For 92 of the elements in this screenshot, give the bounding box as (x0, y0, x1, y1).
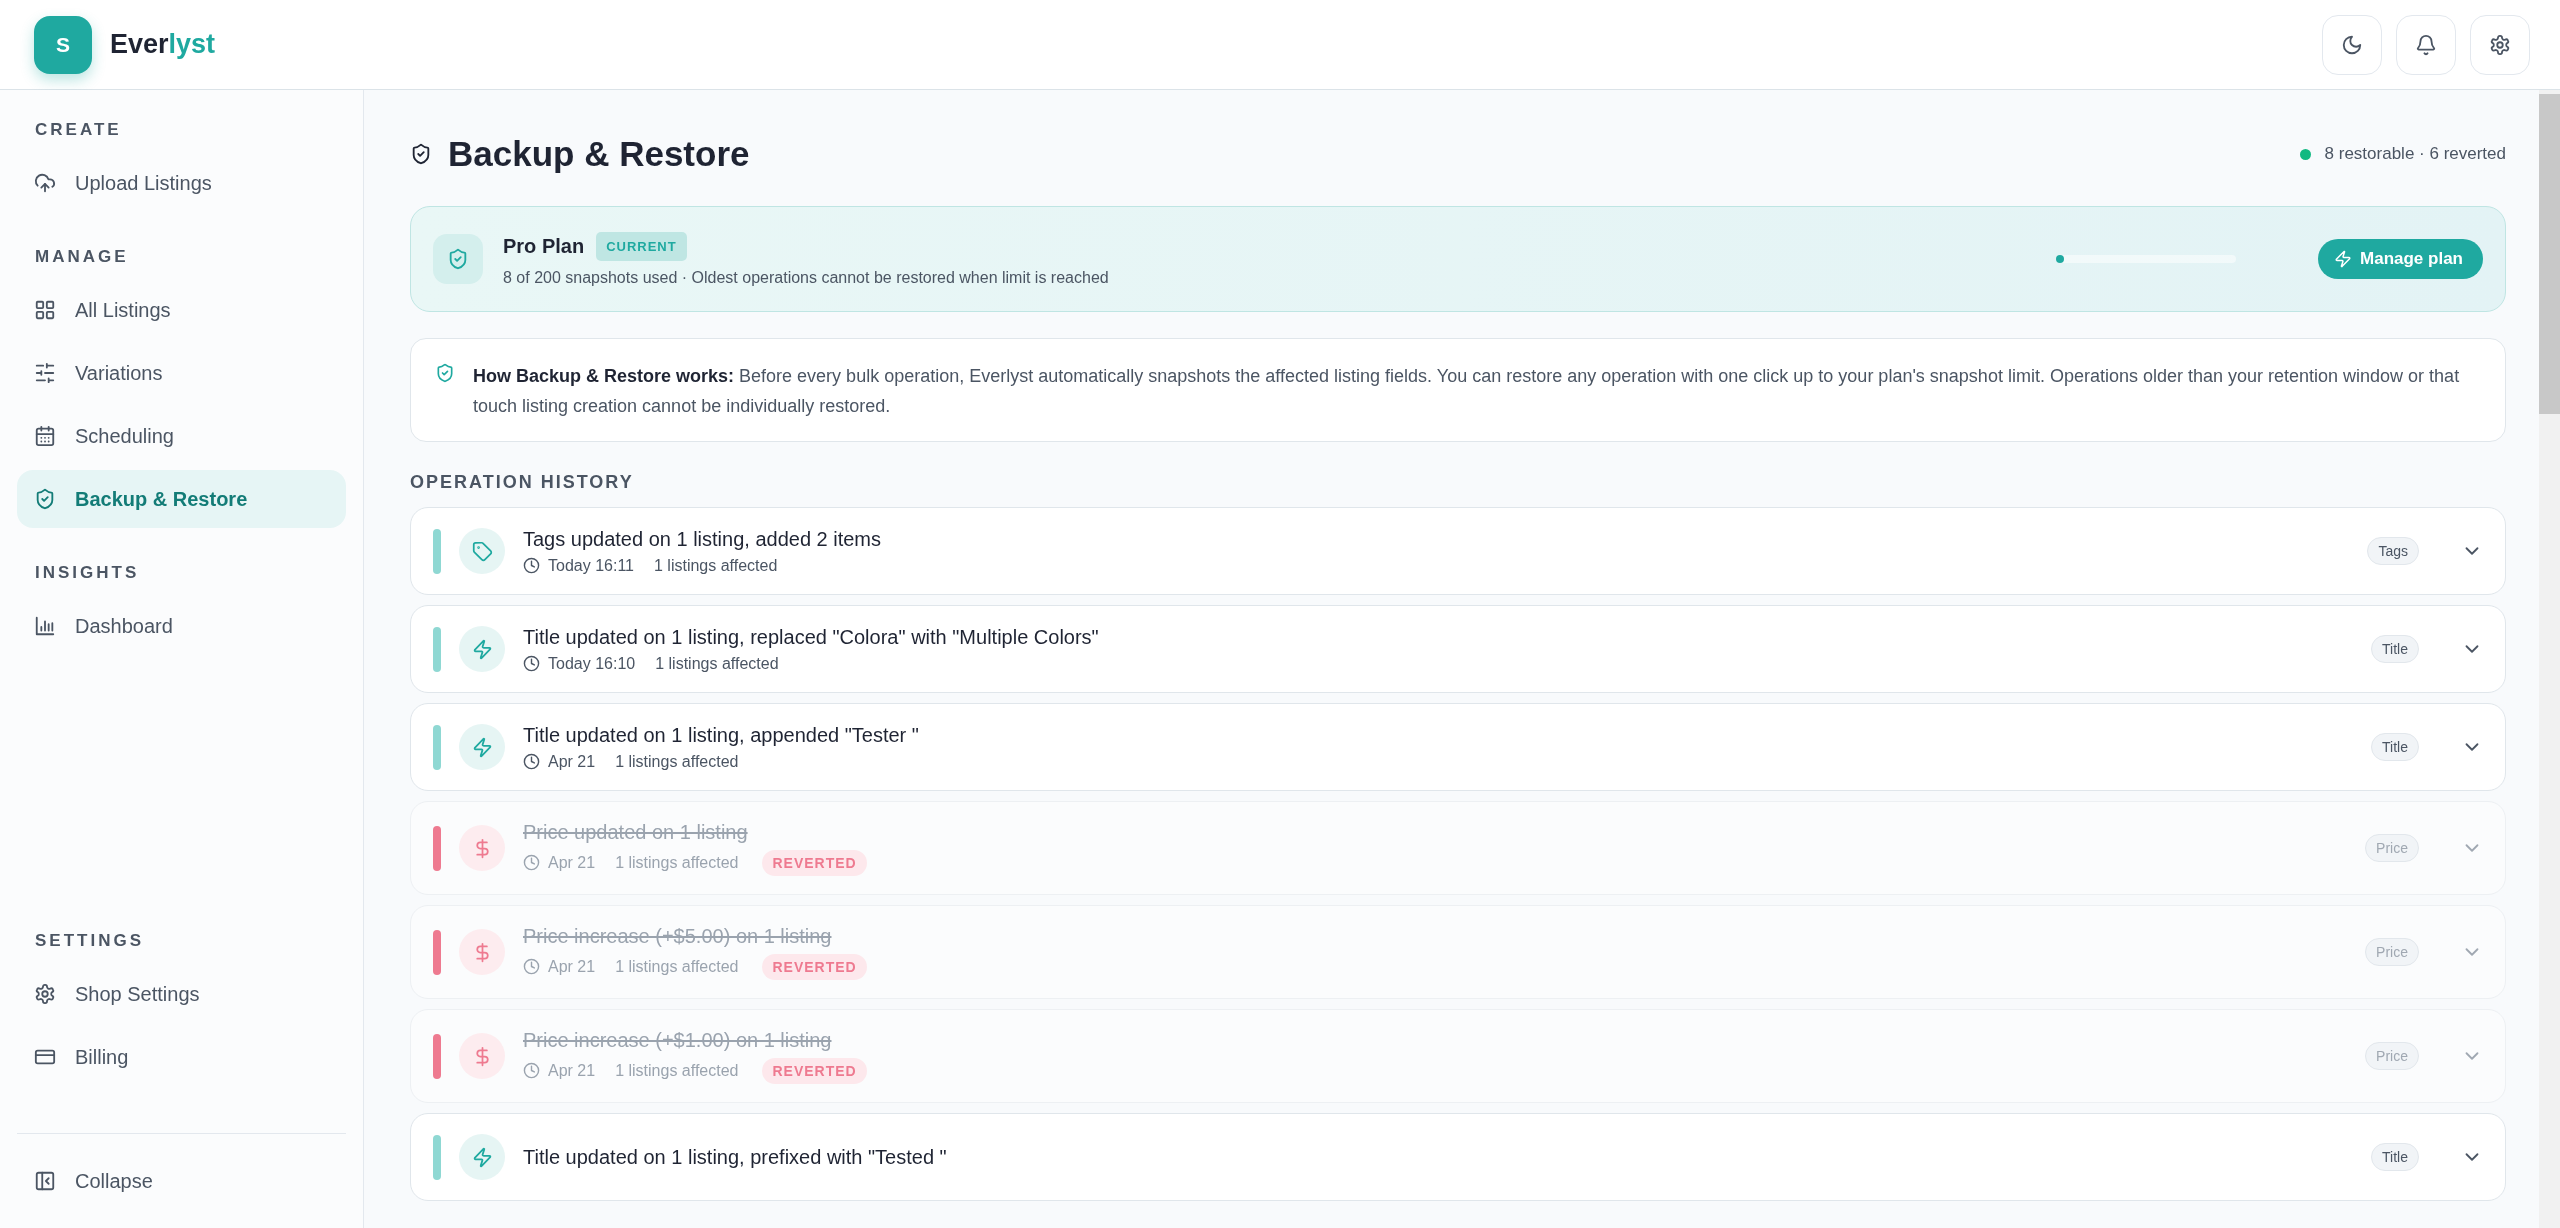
sidebar-item[interactable]: Shop Settings (17, 965, 346, 1023)
settings-icon (2489, 33, 2511, 56)
section-heading: SETTINGS (35, 931, 145, 951)
dark-mode-button[interactable] (2322, 14, 2382, 75)
operation-title: Title updated on 1 listing, replaced "Colora" with "Multiple Colors" (523, 625, 1099, 649)
status-bar (433, 626, 441, 672)
tag-icon (471, 540, 493, 562)
operation-title: Price updated on 1 listing (523, 820, 749, 844)
reverted-badge: REVERTED (762, 1057, 867, 1084)
moon-icon (2341, 33, 2363, 56)
status-bar (433, 1134, 441, 1180)
lightning-icon (2334, 250, 2353, 268)
current-badge: CURRENT (596, 231, 687, 261)
lightning-icon (471, 638, 493, 660)
operation-title: Tags updated on 1 listing, added 2 items (523, 527, 882, 551)
calendar-icon (34, 425, 56, 447)
collapse-button[interactable]: Collapse (17, 1152, 346, 1210)
status-dot (2299, 148, 2311, 160)
sidebar-item[interactable]: Backup & Restore (17, 470, 346, 528)
plan-usage-text: 8 of 200 snapshots used · Oldest operations cannot be restored when limit is reached (503, 268, 1109, 287)
clock-icon (523, 854, 540, 871)
operation-time: Today 16:11 (548, 556, 634, 575)
status-bar (433, 825, 441, 871)
info-text: How Backup & Restore works: Before every bulk operation, Everlyst automatically snapshots the affected listing fields. You can restore any operation with one click up to your plan's snapshot limit. Operations older than your retention window or that touch listing creation cannot be individually restored. (473, 365, 2461, 418)
bell-icon (2415, 33, 2437, 56)
sidebar-item[interactable]: Billing (17, 1028, 346, 1086)
affected-count: 1 listings affected (654, 556, 778, 575)
bar-chart-icon (34, 615, 56, 637)
affected-count: 1 listings affected (655, 654, 779, 673)
sidebar-item[interactable]: Variations (17, 344, 346, 402)
clock-icon (523, 753, 540, 770)
operation-row[interactable]: Title updated on 1 listing, prefixed with "Tested " Title (410, 1113, 2506, 1201)
sidebar-item[interactable]: Upload Listings (17, 154, 346, 212)
section-heading: CREATE (35, 120, 123, 140)
operation-title: Title updated on 1 listing, prefixed with "Tested " (523, 1145, 947, 1169)
operation-time: Today 16:10 (548, 654, 636, 673)
operation-time: Apr 21 (548, 752, 596, 771)
operation-title: Title updated on 1 listing, appended "Tester " (523, 723, 919, 747)
reverted-badge: REVERTED (762, 849, 867, 876)
sidebar-item[interactable]: Scheduling (17, 407, 346, 465)
clock-icon (523, 958, 540, 975)
sliders-icon (34, 362, 56, 384)
collapse-icon (34, 1170, 56, 1192)
field-tag: Title (2371, 635, 2419, 663)
scrollbar[interactable] (2539, 90, 2560, 1228)
lightning-icon (471, 736, 493, 758)
page-title: Backup & Restore (448, 134, 750, 174)
clock-icon (523, 655, 540, 672)
operation-row[interactable]: Tags updated on 1 listing, added 2 items Today 16:11 1 listings affected Tags (410, 507, 2506, 595)
settings-icon (34, 983, 56, 1005)
sidebar-item[interactable]: Dashboard (17, 597, 346, 655)
status-bar (433, 1033, 441, 1079)
shield-check-icon (447, 248, 469, 270)
field-tag: Price (2365, 834, 2419, 862)
field-tag: Price (2365, 1042, 2419, 1070)
operation-row[interactable]: Title updated on 1 listing, appended "Tester " Apr 21 1 listings affected Title (410, 703, 2506, 791)
operation-time: Apr 21 (548, 1061, 596, 1080)
status-summary: 8 restorable · 6 reverted (2324, 144, 2506, 164)
operation-title: Price increase (+$1.00) on 1 listing (523, 1028, 833, 1052)
affected-count: 1 listings affected (615, 752, 739, 771)
section-heading: OPERATION HISTORY (410, 472, 635, 493)
grid-icon (34, 299, 56, 321)
status-bar (433, 528, 441, 574)
field-tag: Title (2371, 733, 2419, 761)
reverted-badge: REVERTED (762, 953, 867, 980)
field-tag: Tags (2367, 537, 2419, 565)
shield-check-icon (34, 488, 56, 510)
settings-button[interactable] (2470, 14, 2530, 75)
section-heading: INSIGHTS (35, 563, 141, 583)
operation-title: Price increase (+$5.00) on 1 listing (523, 924, 833, 948)
shield-check-icon (435, 363, 455, 383)
section-heading: MANAGE (35, 247, 130, 267)
clock-icon (523, 1062, 540, 1079)
sidebar-item[interactable]: All Listings (17, 281, 346, 339)
affected-count: 1 listings affected (615, 853, 739, 872)
field-tag: Price (2365, 938, 2419, 966)
clock-icon (523, 557, 540, 574)
operation-time: Apr 21 (548, 853, 596, 872)
affected-count: 1 listings affected (615, 957, 739, 976)
operation-time: Apr 21 (548, 957, 596, 976)
notifications-button[interactable] (2396, 14, 2456, 75)
cloud-upload-icon (34, 172, 56, 194)
plan-name: Pro Plan (503, 234, 585, 258)
logo-badge: S (34, 15, 92, 74)
status-bar (433, 724, 441, 770)
field-tag: Title (2371, 1143, 2419, 1171)
status-bar (433, 929, 441, 975)
brand-name: Everlyst (110, 29, 216, 60)
operation-row[interactable]: Title updated on 1 listing, replaced "Colora" with "Multiple Colors" Today 16:10 1 listings affected Title (410, 605, 2506, 693)
shield-check-icon (410, 143, 432, 165)
lightning-icon (471, 1146, 493, 1168)
affected-count: 1 listings affected (615, 1061, 739, 1080)
